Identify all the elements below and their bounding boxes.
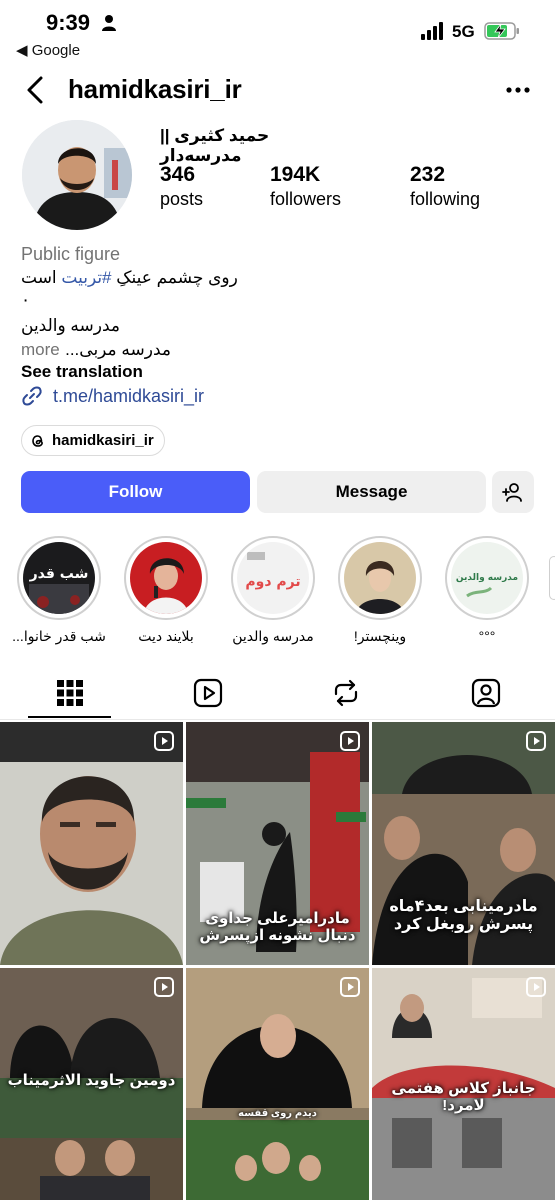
- post-thumbnail[interactable]: جانباز کلاس هفتمی لامرد!: [372, 968, 555, 1200]
- reposts-tab-icon[interactable]: [330, 678, 362, 708]
- see-translation-button[interactable]: See translation: [21, 362, 143, 382]
- bio-text: است: [21, 268, 62, 287]
- post-thumbnail[interactable]: دیدم روی قفسه: [186, 968, 369, 1200]
- reel-icon: [340, 731, 360, 751]
- profile-header: hamidkasiri_ir: [0, 64, 555, 118]
- back-to-app-link[interactable]: ◀ Google: [16, 41, 80, 59]
- profile-link[interactable]: t.me/hamidkasiri_ir: [21, 385, 204, 407]
- highlight-cover-text: شب قدر: [29, 566, 89, 582]
- bio-more-row[interactable]: more مدرسه مربی...: [21, 340, 171, 360]
- highlight-cover: [130, 542, 202, 614]
- highlight-item-partial[interactable]: [549, 556, 555, 600]
- posts-count-label: posts: [160, 189, 204, 209]
- post-caption: دومین جاوید الاثرمیناب: [7, 1072, 176, 1089]
- bio-truncated-text: مدرسه مربی...: [65, 340, 171, 359]
- active-tab-indicator: [28, 716, 111, 718]
- highlight-cover-text: ترم دوم: [245, 574, 300, 590]
- person-icon: [102, 15, 116, 31]
- posts-count[interactable]: 346 posts: [160, 163, 203, 210]
- battery-charging-icon: [484, 22, 519, 40]
- status-time: 9:39: [46, 10, 91, 35]
- reels-tab-icon[interactable]: [192, 678, 224, 708]
- bio-text: روی چشمم عینکِ: [111, 268, 238, 287]
- bio-line-2: ۰: [21, 290, 31, 309]
- highlight-item[interactable]: بلایند دیت: [124, 536, 208, 645]
- status-bar: 9:39 ◀ Google 5G: [0, 0, 555, 64]
- profile-avatar[interactable]: [22, 120, 132, 230]
- profile-link-text[interactable]: t.me/hamidkasiri_ir: [53, 386, 204, 407]
- highlight-cover-text: مدرسه والدین: [456, 573, 518, 583]
- bio-line-3: مدرسه والدین: [21, 316, 121, 335]
- bio-hashtag-link[interactable]: #تربیت: [61, 268, 111, 287]
- following-count-label: following: [410, 189, 481, 209]
- post-caption: جانباز کلاس هفتمی لامرد!: [391, 1080, 536, 1115]
- add-person-icon: [502, 483, 522, 502]
- suggested-accounts-button[interactable]: [492, 471, 534, 513]
- highlight-label: وینچستر!: [353, 628, 407, 644]
- threads-handle: hamidkasiri_ir: [52, 432, 154, 449]
- reel-icon: [526, 731, 546, 751]
- highlight-item[interactable]: مدرسه والدین °°°: [445, 536, 529, 644]
- post-thumbnail[interactable]: دومین جاوید الاثرمیناب: [0, 968, 183, 1200]
- highlight-label: مدرسه والدین: [232, 628, 314, 644]
- cellular-signal-icon: [421, 22, 443, 40]
- bio-more-button[interactable]: more: [21, 340, 60, 360]
- reel-icon: [340, 977, 360, 997]
- threads-icon: [32, 434, 43, 447]
- highlight-label: شب قدر خانوا...: [12, 628, 106, 644]
- profile-username: hamidkasiri_ir: [68, 74, 242, 104]
- follow-button[interactable]: Follow: [21, 471, 250, 513]
- grid-tab-icon[interactable]: [54, 678, 86, 708]
- highlight-item[interactable]: ترم دوم مدرسه والدین: [231, 536, 315, 645]
- highlight-item[interactable]: شب قدر شب قدر خانوا...: [12, 536, 106, 645]
- followers-count-value: 194K: [270, 163, 321, 186]
- post-thumbnail[interactable]: [0, 722, 183, 965]
- highlight-cover: مدرسه والدین: [451, 542, 523, 614]
- highlight-cover: ترم دوم: [237, 542, 309, 614]
- message-button[interactable]: Message: [257, 471, 486, 513]
- more-options-icon[interactable]: [502, 76, 534, 104]
- profile-category: Public figure: [21, 244, 121, 264]
- highlight-cover: شب قدر: [23, 542, 95, 614]
- reel-icon: [526, 977, 546, 997]
- reel-icon: [154, 977, 174, 997]
- followers-count[interactable]: 194K followers: [270, 163, 341, 210]
- back-arrow-icon[interactable]: [22, 74, 50, 106]
- highlight-item[interactable]: وینچستر!: [338, 536, 422, 645]
- profile-full-name: حمید کثیری || مدرسه‌دار: [160, 126, 270, 165]
- post-caption: مادرمینابی بعد۴ماه پسرش روبغل کرد: [389, 898, 538, 934]
- link-icon: [22, 386, 42, 406]
- highlight-label: °°°: [478, 628, 496, 644]
- post-thumbnail[interactable]: مادرمینابی بعد۴ماه پسرش روبغل کرد: [372, 722, 555, 965]
- post-caption: دیدم روی قفسه: [238, 1108, 317, 1119]
- following-count[interactable]: 232 following: [410, 163, 480, 210]
- post-thumbnail[interactable]: مادرامیرعلی جداوی دنبال نشونه ازپسرش: [186, 722, 369, 965]
- threads-badge[interactable]: hamidkasiri_ir: [21, 425, 165, 456]
- posts-count-value: 346: [160, 163, 196, 186]
- network-type: 5G: [452, 22, 475, 41]
- bio-line-1: روی چشمم عینکِ #تربیت است: [21, 268, 238, 288]
- profile-tabs: [0, 668, 555, 720]
- tagged-tab-icon[interactable]: [470, 678, 502, 708]
- followers-count-label: followers: [270, 189, 342, 209]
- posts-grid: مادرامیرعلی جداوی دنبال نشونه ازپسرش ماد…: [0, 722, 555, 1200]
- highlight-label: بلایند دیت: [138, 628, 194, 644]
- following-count-value: 232: [410, 163, 446, 186]
- post-caption: مادرامیرعلی جداوی دنبال نشونه ازپسرش: [199, 910, 356, 945]
- reel-icon: [154, 731, 174, 751]
- highlight-cover: [344, 542, 416, 614]
